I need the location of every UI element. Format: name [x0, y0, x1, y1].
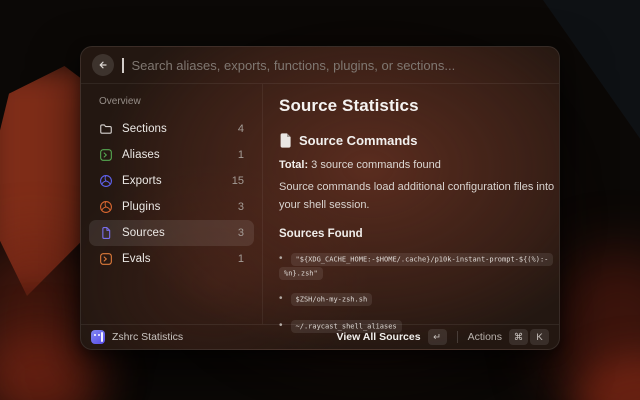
- sidebar-item-exports[interactable]: Exports 15: [89, 168, 254, 194]
- search-input[interactable]: [132, 58, 549, 73]
- sidebar-item-label: Evals: [122, 253, 229, 265]
- arrow-left-icon: [97, 59, 109, 71]
- actions-menu-button[interactable]: Actions: [468, 331, 502, 343]
- sources-list: •"${XDG_CACHE_HOME:-$HOME/.cache}/p10k-i…: [279, 249, 551, 335]
- sidebar-item-label: Sections: [122, 123, 229, 135]
- extension-name: Zshrc Statistics: [112, 331, 183, 343]
- sidebar-item-label: Plugins: [122, 201, 229, 213]
- bullet-dot: •: [279, 253, 283, 264]
- total-label: Total:: [279, 159, 308, 171]
- sidebar-item-aliases[interactable]: Aliases 1: [89, 142, 254, 168]
- page-title: Source Statistics: [279, 96, 555, 116]
- desktop-background: Overview Sections 4 Aliases 1: [0, 0, 640, 400]
- divider: [457, 331, 458, 343]
- source-path-code: "${XDG_CACHE_HOME:-$HOME/.cache}/p10k-in…: [279, 253, 553, 280]
- sidebar-item-sources[interactable]: Sources 3: [89, 220, 254, 246]
- total-line: Total: 3 source commands found: [279, 159, 555, 171]
- sources-found-heading: Sources Found: [279, 228, 555, 240]
- list-item: •"${XDG_CACHE_HOME:-$HOME/.cache}/p10k-i…: [279, 249, 551, 281]
- sidebar-item-label: Sources: [122, 227, 229, 239]
- search-bar: [81, 47, 559, 84]
- wallpaper-shape: [575, 355, 640, 400]
- bullet-dot: •: [279, 293, 283, 304]
- list-item: • $ZSH/oh-my-zsh.sh: [279, 289, 551, 308]
- text-caret: [122, 58, 124, 73]
- sidebar-item-label: Aliases: [122, 149, 229, 161]
- sidebar-item-count: 1: [238, 149, 244, 161]
- icon-detail: [98, 334, 100, 336]
- sidebar-item-sections[interactable]: Sections 4: [89, 116, 254, 142]
- total-text: 3 source commands found: [308, 159, 441, 171]
- section-heading: Source Commands: [299, 133, 417, 148]
- section-heading-row: Source Commands: [279, 133, 555, 148]
- sphere-icon: [99, 174, 113, 188]
- sidebar-item-count: 4: [238, 123, 244, 135]
- status-bar: Zshrc Statistics View All Sources ↵ Acti…: [81, 324, 559, 349]
- folder-icon: [99, 122, 113, 136]
- sidebar-item-plugins[interactable]: Plugins 3: [89, 194, 254, 220]
- enter-keycap: ↵: [428, 329, 447, 345]
- sidebar-section-label: Overview: [99, 96, 244, 107]
- k-keycap: K: [530, 329, 549, 345]
- description: Source commands load additional configur…: [279, 179, 555, 215]
- icon-detail: [101, 332, 104, 342]
- window-body: Overview Sections 4 Aliases 1: [81, 84, 559, 324]
- sidebar-item-evals[interactable]: Evals 1: [89, 246, 254, 272]
- extension-icon: [91, 330, 105, 344]
- document-icon: [99, 226, 113, 240]
- sidebar-item-count: 3: [238, 227, 244, 239]
- sidebar-item-label: Exports: [122, 175, 223, 187]
- detail-panel: Source Statistics Source Commands Total:…: [263, 84, 560, 324]
- document-icon: [279, 133, 292, 148]
- source-path-code: $ZSH/oh-my-zsh.sh: [291, 293, 373, 306]
- terminal-icon: [99, 252, 113, 266]
- sidebar-item-count: 3: [238, 201, 244, 213]
- terminal-icon: [99, 148, 113, 162]
- sidebar: Overview Sections 4 Aliases 1: [81, 84, 263, 324]
- icon-detail: [94, 334, 96, 336]
- primary-action-button[interactable]: View All Sources: [337, 331, 421, 343]
- cmd-keycap: ⌘: [509, 329, 528, 345]
- actions-shortcut: ⌘ K: [509, 329, 549, 345]
- sidebar-item-count: 1: [238, 253, 244, 265]
- sidebar-item-count: 15: [232, 175, 244, 187]
- back-button[interactable]: [92, 54, 114, 76]
- raycast-window: Overview Sections 4 Aliases 1: [80, 46, 560, 350]
- sphere-icon: [99, 200, 113, 214]
